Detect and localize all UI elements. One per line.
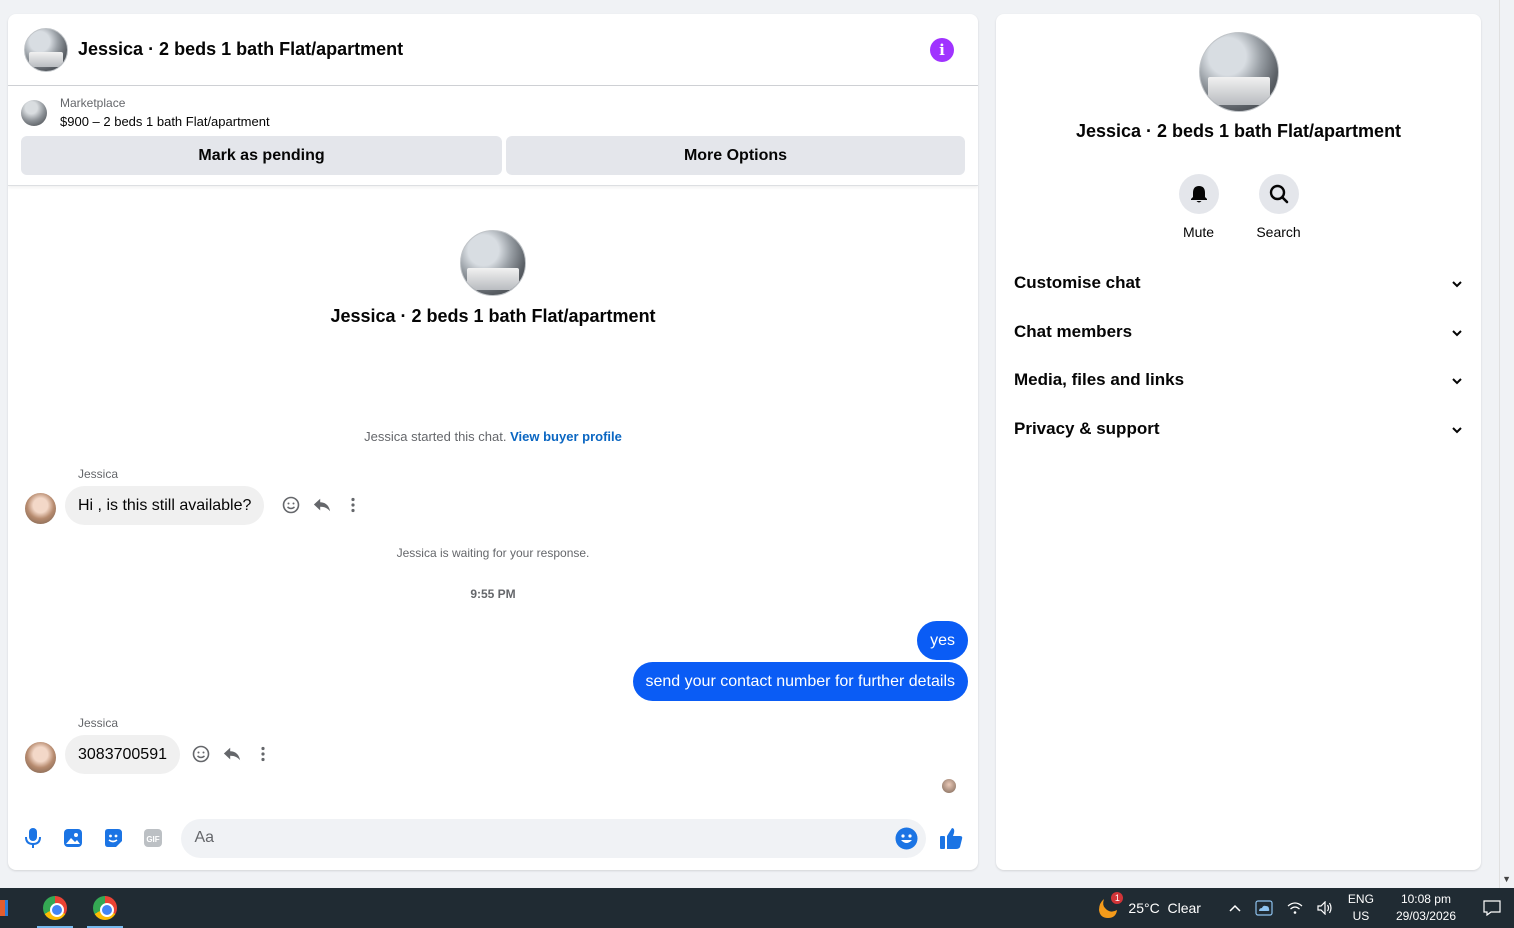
mark-as-pending-button[interactable]: Mark as pending [21, 136, 502, 175]
scroll-down-icon[interactable]: ▼ [1502, 874, 1511, 884]
details-panel: Jessica · 2 beds 1 bath Flat/apartment M… [996, 14, 1481, 870]
react-icon[interactable] [192, 745, 210, 763]
show-hidden-icons-icon[interactable] [1222, 904, 1248, 912]
onedrive-icon[interactable] [1248, 900, 1280, 916]
bell-icon[interactable] [1178, 174, 1219, 214]
chat-panel: Jessica · 2 beds 1 bath Flat/apartment i… [8, 14, 978, 870]
network-icon[interactable] [1280, 901, 1310, 915]
message-composer: GIF [8, 806, 978, 870]
marketplace-strip: Marketplace $900 – 2 beds 1 bath Flat/ap… [8, 86, 978, 186]
clock-date: 29/03/2026 [1395, 909, 1456, 923]
notifications-icon[interactable] [1470, 900, 1514, 916]
info-icon[interactable]: i [930, 37, 954, 62]
listing-text: Marketplace $900 – 2 beds 1 bath Flat/ap… [60, 96, 270, 129]
taskbar-chrome-app-2[interactable] [83, 888, 127, 928]
chevron-down-icon [1451, 273, 1463, 293]
message-timestamp: 9:55 PM [470, 587, 516, 601]
language-code: ENG [1347, 892, 1374, 906]
incoming-message-bubble[interactable]: Hi , is this still available? [65, 486, 265, 525]
chrome-icon [93, 896, 117, 920]
taskbar: 1 25°C Clear ENG US 10:08 pm 29/03/2026 [0, 888, 1514, 928]
language-indicator[interactable]: ENG US [1340, 891, 1382, 925]
search-label: Search [1256, 224, 1301, 240]
thread-intro-avatar[interactable] [460, 230, 526, 296]
section-chat-members[interactable]: Chat members [996, 308, 1481, 357]
page-scrollbar[interactable]: ▼ [1499, 0, 1514, 888]
sticker-icon[interactable] [102, 827, 124, 849]
weather-text: 25°C Clear [1128, 900, 1201, 916]
sender-avatar[interactable] [25, 493, 56, 524]
chrome-icon [43, 896, 67, 920]
search-button[interactable]: Search [1256, 174, 1301, 240]
chevron-down-icon [1451, 370, 1463, 390]
search-icon[interactable] [1258, 174, 1299, 214]
react-icon[interactable] [282, 496, 300, 514]
weather-widget[interactable]: 1 25°C Clear [1089, 892, 1208, 920]
outgoing-message-bubble[interactable]: yes [917, 621, 968, 660]
more-icon[interactable] [254, 745, 272, 763]
photo-icon[interactable] [62, 827, 84, 849]
message-input[interactable] [194, 829, 875, 847]
message-actions [192, 745, 272, 763]
system-tray: 1 25°C Clear ENG US 10:08 pm 29/03/2026 [1089, 888, 1514, 928]
conversation-avatar[interactable] [24, 27, 68, 72]
keyboard-layout: US [1352, 909, 1370, 923]
section-customise-chat[interactable]: Customise chat [996, 259, 1481, 308]
weather-icon: 1 [1096, 892, 1124, 920]
microphone-icon[interactable] [22, 827, 44, 849]
svg-text:GIF: GIF [146, 835, 159, 844]
reply-icon[interactable] [313, 496, 331, 514]
volume-icon[interactable] [1310, 901, 1340, 915]
section-label: Privacy & support [1014, 418, 1160, 438]
thread-intro-name: Jessica · 2 beds 1 bath Flat/apartment [330, 306, 656, 326]
chat-started-text: Jessica started this chat. [364, 429, 507, 444]
section-label: Chat members [1014, 321, 1133, 341]
waiting-notice: Jessica is waiting for your response. [396, 546, 590, 560]
marketplace-label: Marketplace [60, 96, 126, 110]
section-label: Media, files and links [1014, 370, 1185, 390]
more-options-button[interactable]: More Options [506, 136, 965, 175]
message-sender-name: Jessica [78, 716, 119, 730]
message-actions [282, 496, 362, 514]
listing-summary[interactable]: Marketplace $900 – 2 beds 1 bath Flat/ap… [21, 96, 965, 129]
taskbar-chrome-app[interactable] [33, 888, 77, 928]
gif-icon[interactable]: GIF [142, 827, 164, 849]
section-privacy-support[interactable]: Privacy & support [996, 405, 1481, 454]
start-button[interactable] [0, 888, 22, 928]
reply-icon[interactable] [223, 745, 241, 763]
clock-time: 10:08 pm [1400, 892, 1451, 906]
listing-price-title[interactable]: $900 – 2 beds 1 bath Flat/apartment [60, 114, 270, 129]
taskbar-clock[interactable]: 10:08 pm 29/03/2026 [1382, 891, 1470, 925]
outgoing-message-bubble[interactable]: send your contact number for further det… [632, 662, 968, 701]
listing-buttons: Mark as pending More Options [21, 136, 965, 175]
view-buyer-profile-link[interactable]: View buyer profile [510, 429, 622, 444]
quick-actions: Mute Search [996, 174, 1481, 240]
message-sender-name: Jessica [78, 467, 119, 481]
section-media-files-links[interactable]: Media, files and links [996, 356, 1481, 405]
chat-title[interactable]: Jessica · 2 beds 1 bath Flat/apartment [78, 39, 930, 60]
read-receipt-avatar [942, 779, 956, 793]
message-thread[interactable]: Jessica · 2 beds 1 bath Flat/apartment J… [8, 186, 978, 806]
chevron-down-icon [1451, 419, 1463, 439]
chat-started-notice: Jessica started this chat. View buyer pr… [8, 429, 978, 444]
section-label: Customise chat [1014, 273, 1141, 293]
message-input-box[interactable] [181, 818, 926, 858]
incoming-message-bubble[interactable]: 3083700591 [65, 735, 180, 774]
more-icon[interactable] [344, 496, 362, 514]
thumbs-up-icon[interactable] [938, 825, 964, 851]
details-sections: Customise chat Chat members Media, files… [996, 259, 1481, 453]
emoji-icon[interactable] [895, 827, 918, 850]
chat-header: Jessica · 2 beds 1 bath Flat/apartment i [8, 14, 978, 86]
chevron-down-icon [1451, 322, 1463, 342]
mute-button[interactable]: Mute [1178, 174, 1219, 240]
weather-badge: 1 [1111, 892, 1124, 904]
mute-label: Mute [1182, 224, 1215, 240]
details-name: Jessica · 2 beds 1 bath Flat/apartment [1075, 121, 1402, 141]
details-avatar[interactable] [1199, 32, 1279, 112]
sender-avatar[interactable] [25, 742, 56, 773]
listing-thumbnail[interactable] [21, 99, 47, 126]
